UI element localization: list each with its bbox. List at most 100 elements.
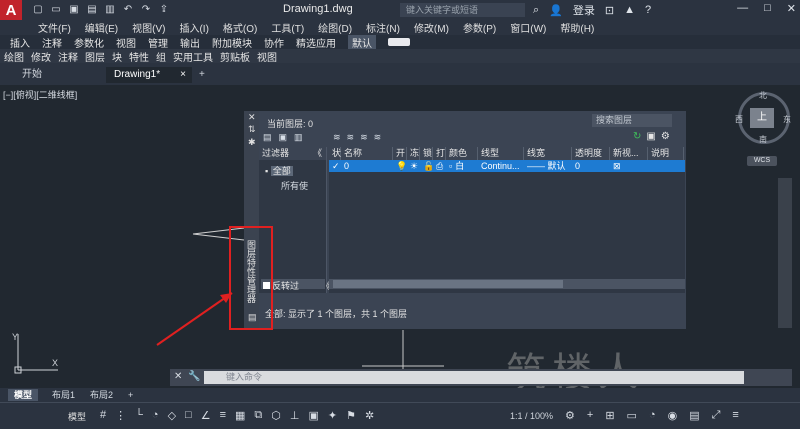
settings-gear-icon[interactable]: ⚙	[661, 131, 670, 142]
filters-header: 过滤器 《	[259, 147, 326, 160]
layer-list-pane: 状 名称 开 冻 锁 打 颜色 线型 线宽 透明度 新视... 说明 ✓ 0 💡…	[329, 147, 685, 293]
layer-properties-palette: 当前图层: 0 搜索图层 ▤ ▣ ▥ ≋ ≋ ≋ ≋ ↻ ▣ ⚙ 过滤器 《 ▪…	[259, 111, 686, 329]
new-layer-frozen-icon[interactable]: ≋	[347, 132, 355, 143]
col-new-vp-freeze[interactable]: 新视...	[610, 147, 648, 160]
layer-freeze-icon[interactable]: ☀	[407, 160, 420, 172]
layer-new-vp-freeze-icon[interactable]: ⊠	[610, 160, 648, 172]
set-current-icon[interactable]: ≋	[374, 132, 382, 143]
layer-row[interactable]: ✓ 0 💡 ☀ 🔓 ⎙ ▫ 白 Continu... —— 默认 0 ⊠	[329, 160, 685, 172]
col-status[interactable]: 状	[329, 147, 341, 160]
snap-icon[interactable]: ⋮	[115, 409, 126, 422]
lineweight-icon[interactable]: ≡	[220, 409, 226, 422]
layer-lock-icon[interactable]: 🔓	[420, 160, 434, 172]
status-bar: 模型 # ⋮ └ ◔ ◇ □ ∠ ≡ ▦ ⧉ ⬡ ⊥ ▣ ✦ ⚑ ✲ 1:1 /…	[0, 402, 800, 429]
annotation-visibility-icon[interactable]: ⚑	[346, 409, 356, 422]
tab-model[interactable]: 模型	[8, 389, 39, 401]
isodraft-icon[interactable]: ◇	[168, 409, 176, 422]
layout-tabs: 模型 布局1 布局2 +	[0, 388, 800, 402]
polar-icon[interactable]: ◔	[152, 409, 159, 422]
invert-filter-checkbox[interactable]: 反转过 《	[263, 279, 331, 292]
filter-all-used[interactable]: 所有使	[259, 179, 326, 192]
col-lineweight[interactable]: 线宽	[524, 147, 572, 160]
gizmo-icon[interactable]: ✦	[328, 409, 337, 422]
col-description[interactable]: 说明	[648, 147, 684, 160]
col-color[interactable]: 颜色	[446, 147, 478, 160]
ucs-y-label: Y	[12, 332, 18, 342]
ucs-icon: Y X	[12, 332, 58, 374]
tab-layout2[interactable]: 布局2	[84, 389, 119, 401]
col-transparency[interactable]: 透明度	[572, 147, 610, 160]
ucs-x-label: X	[52, 358, 58, 368]
units-icon[interactable]: ⊞	[605, 409, 614, 422]
transparency-icon[interactable]: ▦	[235, 409, 245, 422]
col-freeze[interactable]: 冻	[407, 147, 420, 160]
grid-icon[interactable]: #	[100, 409, 106, 422]
object-snap-icon[interactable]: □	[185, 409, 192, 422]
lock-ui-icon[interactable]: ◔	[649, 409, 656, 422]
layer-search-input[interactable]: 搜索图层	[592, 114, 672, 127]
layer-status-check: ✓	[332, 161, 340, 171]
annotation-scale-icon[interactable]: ✲	[365, 409, 374, 422]
col-linetype[interactable]: 线型	[478, 147, 524, 160]
annotation-scale[interactable]: 1:1 / 100%	[510, 411, 553, 421]
add-layout-button[interactable]: +	[122, 389, 139, 401]
layer-plot-icon[interactable]: ⎙	[433, 160, 446, 172]
customize-icon[interactable]: 🔧	[188, 371, 200, 382]
col-lock[interactable]: 锁	[420, 147, 433, 160]
col-name[interactable]: 名称	[341, 147, 393, 160]
layer-lineweight[interactable]: —— 默认	[524, 160, 572, 172]
layer-status-text: 全部: 显示了 1 个图层，共 1 个图层	[265, 309, 408, 319]
status-right-tools: ⚙ + ⊞ ▭ ◔ ◉ ▤ ⤢ ≡	[565, 409, 739, 422]
layer-name: 0	[344, 161, 350, 171]
current-layer-label: 当前图层: 0	[267, 119, 314, 129]
new-group-filter-icon[interactable]: ▣	[279, 132, 288, 143]
customization-icon[interactable]: ≡	[732, 409, 738, 422]
snap-tracking-icon[interactable]: ∠	[201, 409, 211, 422]
palette-close-icon[interactable]: ✕	[248, 112, 256, 123]
col-plot[interactable]: 打	[433, 147, 446, 160]
command-line: ✕ 🔧 键入命令	[170, 369, 792, 386]
close-command-icon[interactable]: ✕	[174, 371, 182, 382]
annotation-highlight-box	[229, 226, 273, 330]
palette-autohide-icon[interactable]: ⇅	[248, 124, 256, 135]
isolate-objects-icon[interactable]: ◉	[668, 409, 678, 422]
clean-screen-icon[interactable]: ⤢	[712, 409, 721, 422]
filter-tree-root[interactable]: ▪ 全部	[259, 164, 326, 177]
layer-linetype[interactable]: Continu...	[478, 160, 524, 172]
layer-states-icon[interactable]: ▥	[294, 132, 303, 143]
refresh-icon[interactable]: ↻	[633, 131, 641, 142]
layer-list-header: 状 名称 开 冻 锁 打 颜色 线型 线宽 透明度 新视... 说明	[329, 147, 685, 160]
layer-on-icon[interactable]: 💡	[393, 160, 407, 172]
model-space-button[interactable]: 模型	[68, 410, 86, 423]
filters-label: 过滤器	[262, 148, 290, 158]
status-toggles: # ⋮ └ ◔ ◇ □ ∠ ≡ ▦ ⧉ ⬡ ⊥ ▣ ✦ ⚑ ✲	[100, 409, 374, 422]
layer-color-label: 白	[455, 161, 465, 171]
add-icon[interactable]: +	[587, 409, 593, 422]
hardware-accel-icon[interactable]: ▤	[689, 409, 699, 422]
filter-all[interactable]: 全部	[270, 166, 293, 176]
scrollbar-thumb[interactable]	[333, 280, 563, 288]
quick-properties-icon[interactable]: ▭	[627, 409, 637, 422]
palette-settings-icon[interactable]: ✱	[248, 137, 256, 148]
delete-layer-icon[interactable]: ≋	[360, 132, 368, 143]
layer-toolbar: ≋ ≋ ≋ ≋	[333, 132, 381, 143]
workspace-gear-icon[interactable]: ⚙	[565, 409, 575, 422]
command-input[interactable]: 键入命令	[204, 371, 744, 384]
selection-cycling-icon[interactable]: ⧉	[254, 409, 262, 422]
layer-list-scrollbar[interactable]	[329, 279, 685, 289]
dynamic-ucs-icon[interactable]: ⊥	[290, 409, 300, 422]
layer-transparency[interactable]: 0	[572, 160, 610, 172]
ortho-icon[interactable]: └	[135, 409, 143, 422]
filter-toolbar: ▤ ▣ ▥	[263, 132, 303, 143]
invert-filter-label: 反转过	[272, 281, 300, 291]
col-on[interactable]: 开	[393, 147, 407, 160]
annotation-arrow	[156, 292, 233, 346]
collapse-filters-button[interactable]: 《	[313, 147, 322, 160]
selection-filter-icon[interactable]: ▣	[308, 409, 318, 422]
3d-osnap-icon[interactable]: ⬡	[271, 409, 281, 422]
tab-layout1[interactable]: 布局1	[46, 389, 81, 401]
new-property-filter-icon[interactable]: ▤	[263, 132, 272, 143]
new-layer-icon[interactable]: ≋	[333, 132, 341, 143]
layer-color[interactable]: ▫ 白	[446, 160, 478, 172]
layer-icon[interactable]: ▣	[646, 131, 655, 142]
